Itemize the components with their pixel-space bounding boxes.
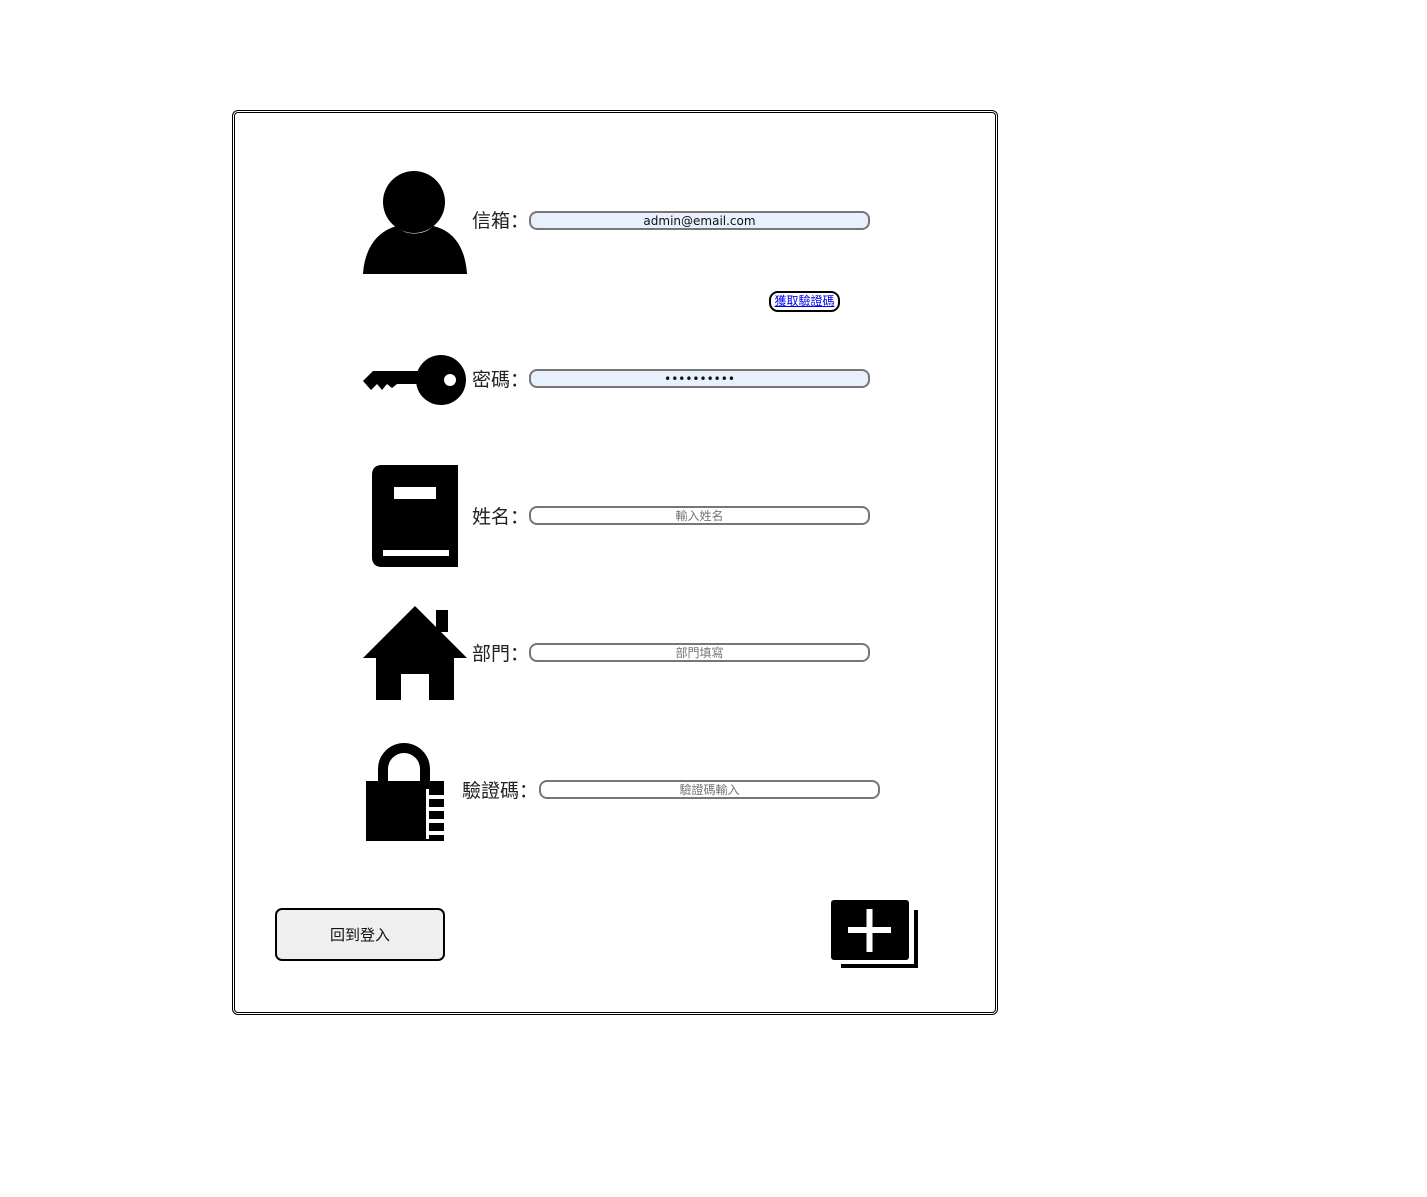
code-label: 驗證碼：	[462, 780, 539, 802]
register-panel: 信箱： 獲取驗證碼 密碼： 姓名： 部門：	[232, 110, 998, 1015]
name-label: 姓名：	[472, 506, 530, 528]
add-stack-icon[interactable]	[831, 900, 921, 970]
email-label: 信箱：	[472, 210, 530, 232]
key-icon	[363, 353, 469, 407]
code-field[interactable]	[539, 780, 880, 799]
name-field[interactable]	[529, 506, 870, 525]
email-field[interactable]	[529, 211, 870, 230]
lock-icon	[366, 739, 446, 841]
department-label: 部門：	[472, 643, 530, 665]
book-icon	[372, 465, 460, 567]
home-icon	[363, 606, 467, 700]
password-label: 密碼：	[472, 369, 530, 391]
user-icon	[363, 170, 469, 274]
get-code-button[interactable]: 獲取驗證碼	[769, 291, 840, 312]
department-field[interactable]	[529, 643, 870, 662]
back-to-login-button[interactable]: 回到登入	[275, 908, 445, 961]
password-field[interactable]	[529, 369, 870, 388]
